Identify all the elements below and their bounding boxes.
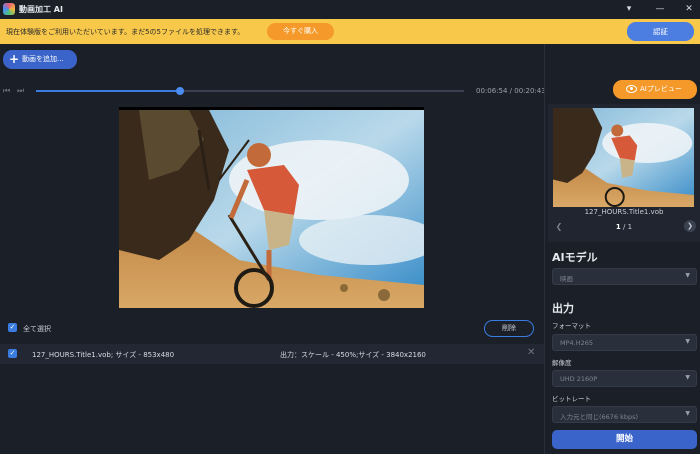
timeline-handle[interactable]: [176, 87, 184, 95]
format-value: MP4.H265: [560, 339, 594, 347]
ai-preview-button[interactable]: AIプレビュー: [613, 80, 697, 99]
eye-icon: [626, 85, 637, 93]
video-preview: [119, 107, 424, 308]
ai-model-select[interactable]: 映画 ▼: [552, 268, 697, 285]
file-name: 127_HOURS.Title1.vob; サイズ - 853x480: [32, 351, 175, 359]
thumbnail-image[interactable]: [553, 108, 694, 207]
app-title: 動画加工 AI: [19, 5, 63, 14]
file-checkbox[interactable]: ✓: [8, 349, 17, 358]
app-logo-icon: [3, 3, 15, 15]
file-output-info: 出力：スケール - 450%;サイズ - 3840x2160: [280, 351, 426, 359]
remove-file-icon[interactable]: ✕: [527, 347, 535, 358]
start-button[interactable]: 開始: [552, 430, 697, 449]
ai-model-value: 映画: [560, 275, 573, 283]
chevron-down-icon: ▼: [685, 272, 690, 279]
format-label: フォーマット: [552, 322, 591, 330]
file-list-item[interactable]: ✓ 127_HOURS.Title1.vob; サイズ - 853x480 出力…: [0, 344, 544, 364]
add-video-button[interactable]: + 動画を追加...: [3, 50, 77, 69]
thumbnail-panel: 127_HOURS.Title1.vob ❮ 1 / 1 ❯: [548, 104, 700, 242]
video-frame-image: [119, 110, 424, 308]
trial-banner-text: 現在体験版をご利用いただいています。まだ5の5ファイルを処理できます。: [6, 28, 245, 36]
bitrate-value: 入力元と同じ(6676 kbps): [560, 413, 639, 421]
ai-preview-label: AIプレビュー: [640, 85, 682, 93]
resolution-label: 解像度: [552, 359, 572, 367]
bitrate-label: ビットレート: [552, 395, 591, 403]
bitrate-select[interactable]: 入力元と同じ(6676 kbps) ▼: [552, 406, 697, 423]
page-indicator: 1 / 1: [548, 223, 700, 231]
resolution-select[interactable]: UHD 2160P ▼: [552, 370, 697, 387]
menu-dropdown-icon[interactable]: ▾: [622, 3, 636, 15]
add-video-label: 動画を追加...: [22, 55, 64, 63]
close-icon[interactable]: ✕: [682, 3, 696, 15]
title-bar: 動画加工 AI ▾ — ✕: [0, 0, 700, 19]
chevron-right-icon[interactable]: ❯: [684, 220, 696, 232]
output-heading: 出力: [552, 302, 574, 315]
select-all-checkbox[interactable]: ✓: [8, 323, 17, 332]
timeline-progress: [36, 90, 180, 92]
skip-back-icon[interactable]: ⏮: [3, 86, 10, 96]
time-display: 00:06:54 / 00:20:43: [476, 87, 546, 95]
page-total: / 1: [620, 223, 633, 231]
plus-icon: +: [9, 52, 20, 66]
chevron-down-icon: ▼: [685, 338, 690, 345]
resolution-value: UHD 2160P: [560, 375, 598, 383]
auth-button[interactable]: 認証: [627, 22, 694, 41]
chevron-down-icon: ▼: [685, 410, 690, 417]
minimize-icon[interactable]: —: [653, 3, 667, 15]
buy-now-button[interactable]: 今すぐ購入: [267, 23, 334, 40]
ai-model-heading: AIモデル: [552, 251, 598, 264]
panel-divider: [544, 44, 545, 454]
chevron-down-icon: ▼: [685, 374, 690, 381]
select-all-label: 全て選択: [23, 325, 51, 333]
format-select[interactable]: MP4.H265 ▼: [552, 334, 697, 351]
thumbnail-file-name: 127_HOURS.Title1.vob: [584, 208, 664, 216]
trial-banner: 現在体験版をご利用いただいています。まだ5の5ファイルを処理できます。 今すぐ購…: [0, 19, 700, 44]
thumbnail-frame: [553, 108, 694, 207]
skip-forward-icon[interactable]: ⏭: [17, 86, 24, 96]
select-all-row: ✓ 全て選択 削除: [0, 320, 544, 338]
delete-button[interactable]: 削除: [484, 320, 534, 337]
